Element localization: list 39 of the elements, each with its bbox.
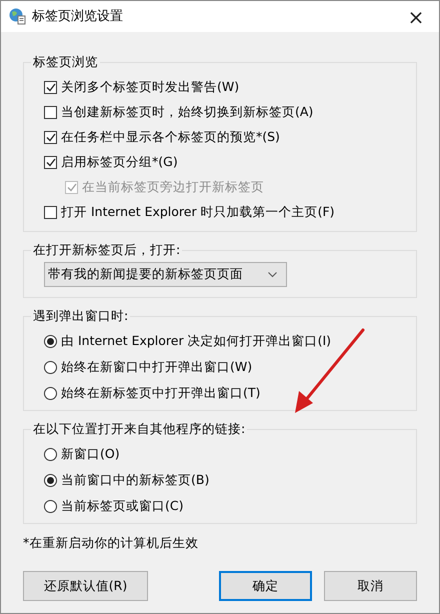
dialog-button[interactable]: 还原默认值(R)	[23, 571, 148, 601]
group-title: 在打开新标签页后，打开:	[31, 242, 182, 258]
radio-option[interactable]: 当前窗口中的新标签页(B)	[44, 471, 416, 489]
close-button[interactable]: ×	[401, 2, 431, 30]
radio-button[interactable]	[44, 360, 57, 374]
dialog-button[interactable]: 取消	[324, 571, 417, 601]
group-title: 在以下位置打开来自其他程序的链接:	[31, 421, 248, 437]
radio-option[interactable]: 新窗口(O)	[44, 445, 416, 463]
radio-option[interactable]: 始终在新窗口中打开弹出窗口(W)	[44, 358, 416, 376]
dropdown[interactable]: 带有我的新闻提要的新标签页页面	[44, 262, 287, 287]
radio-button[interactable]	[44, 386, 57, 400]
dialog-button[interactable]: 确定	[219, 571, 312, 601]
group-title: 遇到弹出窗口时:	[31, 308, 130, 324]
checkmark-icon	[46, 132, 56, 142]
radio-option[interactable]: 始终在新标签页中打开弹出窗口(T)	[44, 384, 416, 402]
chevron-down-icon	[268, 272, 277, 278]
radio-button[interactable]	[44, 474, 57, 486]
checkbox[interactable]	[44, 80, 57, 94]
checkbox[interactable]	[44, 106, 57, 118]
group-title: 标签页浏览	[31, 54, 100, 70]
checkbox[interactable]	[44, 206, 57, 218]
window-title: 标签页浏览设置	[32, 8, 123, 26]
footnote: *在重新启动你的计算机后生效	[23, 534, 200, 552]
checkbox-option[interactable]: 打开 Internet Explorer 时只加载第一个主页(F)	[44, 203, 416, 221]
checkbox-option[interactable]: 关闭多个标签页时发出警告(W)	[44, 78, 416, 96]
checkbox-option[interactable]: 启用标签页分组*(G)	[44, 153, 416, 171]
radio-option[interactable]: 由 Internet Explorer 决定如何打开弹出窗口(I)	[44, 332, 416, 350]
checkmark-icon	[66, 182, 76, 192]
checkbox-option[interactable]: 当创建新标签页时，始终切换到新标签页(A)	[44, 103, 416, 121]
radio-button[interactable]	[44, 334, 57, 348]
checkbox-option[interactable]: 在任务栏中显示各个标签页的预览*(S)	[44, 128, 416, 146]
checkbox[interactable]	[44, 130, 57, 144]
checkbox[interactable]	[44, 156, 57, 168]
globe-icon	[9, 8, 26, 25]
radio-option[interactable]: 当前标签页或窗口(C)	[44, 497, 416, 515]
checkmark-icon	[46, 158, 56, 166]
checkmark-icon	[46, 82, 56, 92]
radio-button[interactable]	[44, 500, 57, 512]
radio-button[interactable]	[44, 448, 57, 460]
